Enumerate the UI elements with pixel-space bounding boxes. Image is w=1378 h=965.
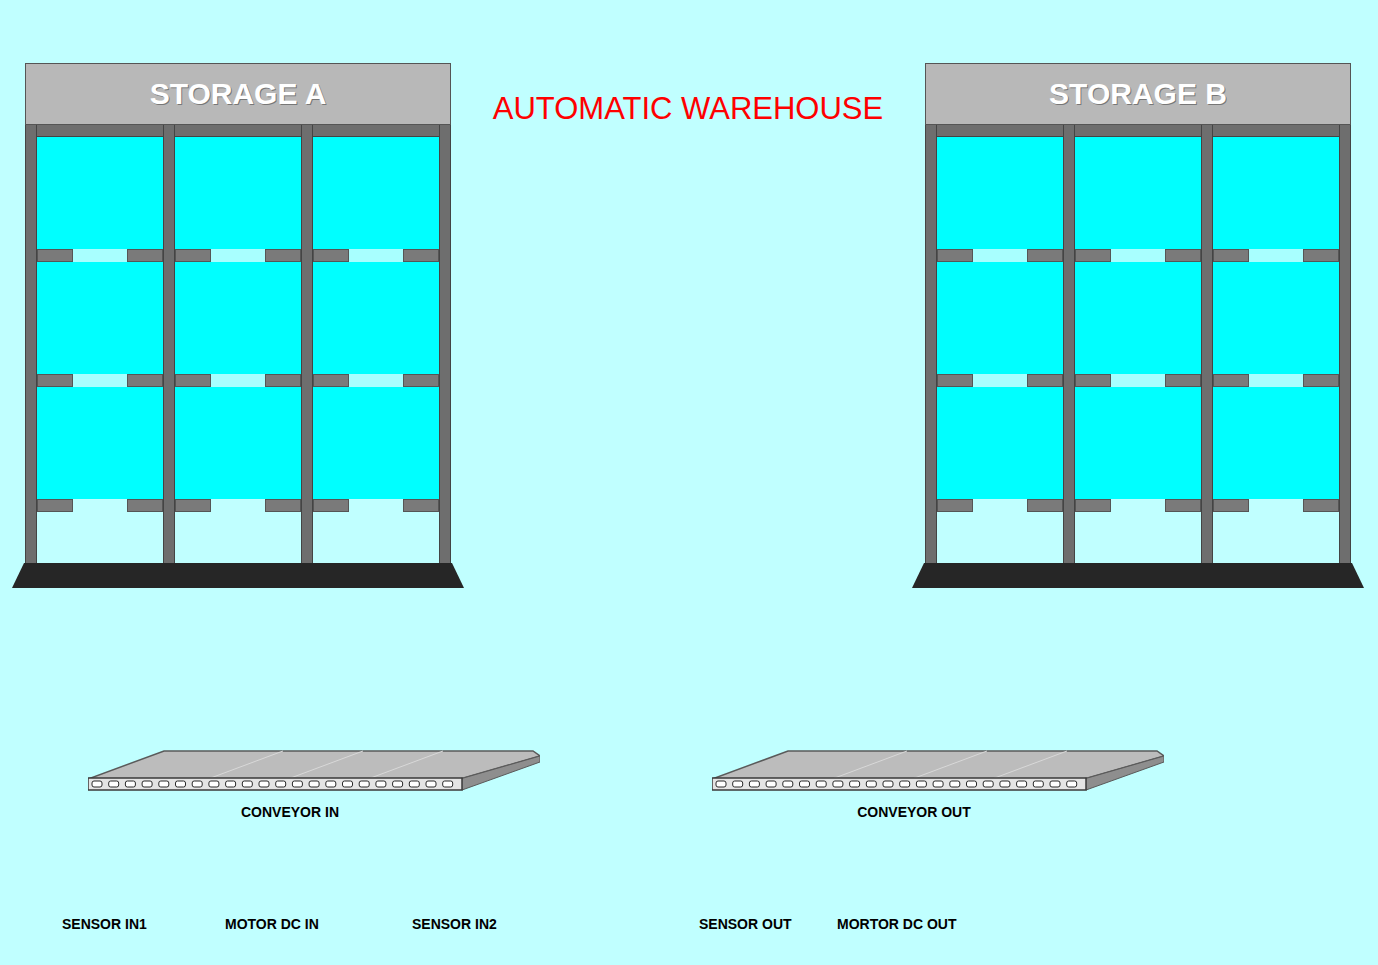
shelf xyxy=(937,374,1063,387)
shelf xyxy=(1075,374,1201,387)
storage-slot[interactable] xyxy=(313,137,439,249)
conveyor-label: CONVEYOR IN xyxy=(88,804,492,820)
storage-slot[interactable] xyxy=(1213,262,1339,374)
storage-slot[interactable] xyxy=(313,262,439,374)
shelf xyxy=(1075,499,1201,512)
shelf xyxy=(37,374,163,387)
warehouse-screen: STORAGE A STORAGE B AUTOMATIC WAREHOUSE CON… xyxy=(0,0,1378,965)
conveyor-icon xyxy=(712,750,1164,792)
storage: STORAGE A xyxy=(12,63,464,588)
shelf xyxy=(313,374,439,387)
storage: STORAGE B xyxy=(912,63,1364,588)
shelf xyxy=(1213,499,1339,512)
shelf xyxy=(1213,374,1339,387)
rack-post xyxy=(1339,125,1351,563)
rack-post xyxy=(1063,125,1075,563)
shelf xyxy=(175,249,301,262)
rack-base xyxy=(12,563,464,588)
conveyor-icon xyxy=(88,750,540,792)
io-label: SENSOR OUT xyxy=(699,916,837,932)
io-label: MOTOR DC IN xyxy=(225,916,412,932)
shelf xyxy=(175,499,301,512)
screen-title: AUTOMATIC WAREHOUSE xyxy=(493,91,883,588)
storage-slot[interactable] xyxy=(175,137,301,249)
storage-title: STORAGE B xyxy=(925,63,1351,125)
shelf xyxy=(37,499,163,512)
storage-slot[interactable] xyxy=(1075,262,1201,374)
storage-slot[interactable] xyxy=(175,262,301,374)
io-label: SENSOR IN2 xyxy=(412,916,497,932)
rack-post xyxy=(925,125,937,563)
storage-slot[interactable] xyxy=(937,137,1063,249)
storage-slot[interactable] xyxy=(1075,137,1201,249)
shelf xyxy=(313,249,439,262)
shelf xyxy=(175,374,301,387)
storage-slot[interactable] xyxy=(175,387,301,499)
storage-slot[interactable] xyxy=(937,387,1063,499)
io-label: MORTOR DC OUT xyxy=(837,916,957,932)
storage-slot[interactable] xyxy=(37,262,163,374)
rack-post xyxy=(439,125,451,563)
shelf xyxy=(937,249,1063,262)
rack-post xyxy=(1201,125,1213,563)
conveyor-section: CONVEYOR OUTSENSOR OUTMORTOR DC OUT xyxy=(712,750,1164,932)
shelf xyxy=(37,249,163,262)
shelf xyxy=(937,499,1063,512)
storage-slot[interactable] xyxy=(1213,137,1339,249)
io-label: SENSOR IN1 xyxy=(62,916,225,932)
storage-slot[interactable] xyxy=(937,262,1063,374)
storage-slot[interactable] xyxy=(1075,387,1201,499)
shelf xyxy=(1075,249,1201,262)
storage-title: STORAGE A xyxy=(25,63,451,125)
rack xyxy=(925,125,1351,563)
conveyor-section: CONVEYOR IN SENSOR IN1MOTOR DC INSENSOR I… xyxy=(0,750,712,932)
rack-post xyxy=(301,125,313,563)
storage-slot[interactable] xyxy=(37,387,163,499)
shelf xyxy=(313,499,439,512)
conveyor-label: CONVEYOR OUT xyxy=(712,804,1116,820)
rack xyxy=(25,125,451,563)
rack-base xyxy=(912,563,1364,588)
storage-slot[interactable] xyxy=(313,387,439,499)
storage-slot[interactable] xyxy=(1213,387,1339,499)
storage-slot[interactable] xyxy=(37,137,163,249)
shelf xyxy=(1213,249,1339,262)
rack-post xyxy=(163,125,175,563)
rack-post xyxy=(25,125,37,563)
